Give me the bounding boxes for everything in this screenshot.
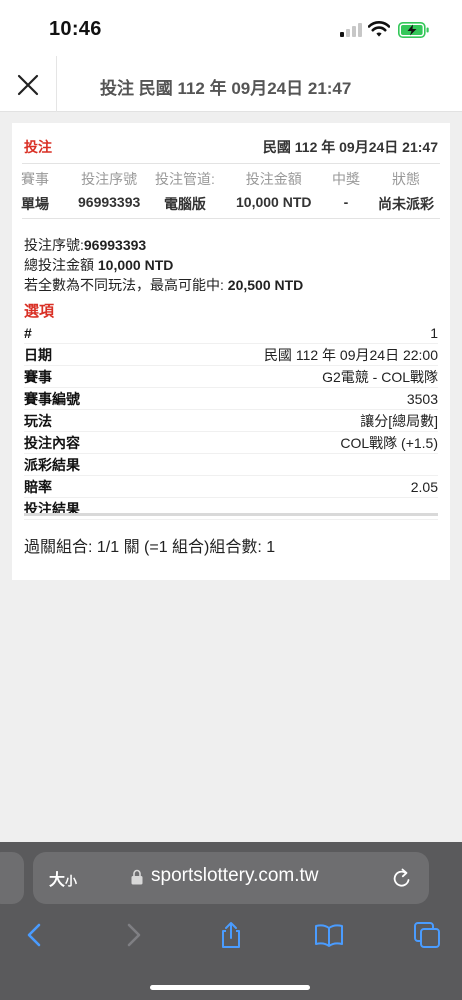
- table-row: 賠率 2.05: [24, 476, 438, 498]
- text-size-button[interactable]: 大小: [49, 866, 77, 890]
- options-title: 選項: [24, 303, 55, 320]
- summary-col-amount: 投注金額 10,000 NTD: [236, 169, 311, 210]
- serial-line: 投注序號:96993393: [24, 235, 444, 255]
- amount-line: 總投注金額 10,000 NTD: [24, 255, 444, 275]
- summary-col-value: 96993393: [78, 194, 141, 210]
- serial-label: 投注序號:: [24, 237, 84, 253]
- page-title: 投注 民國 112 年 09月24日 21:47: [100, 79, 352, 98]
- option-label: 派彩結果: [24, 457, 80, 473]
- amount-value: 10,000 NTD: [97, 257, 174, 273]
- summary-title: 投注: [24, 139, 52, 155]
- table-row: 賽事 G2電競 - COL戰隊: [24, 366, 438, 388]
- url-text: sportslottery.com.tw: [151, 865, 319, 886]
- summary-col-header: 投注序號: [81, 171, 138, 187]
- table-row: #1: [24, 322, 438, 344]
- max-payout-label: 若全數為不同玩法，最高可能中:: [24, 277, 228, 293]
- status-time: 10:46: [49, 18, 102, 40]
- address-bar[interactable]: 大小 sportslottery.com.tw: [33, 852, 429, 904]
- status-bar: 10:46: [0, 0, 462, 56]
- battery-charging-icon: [398, 22, 429, 38]
- option-value: 1: [430, 325, 438, 341]
- bet-info: 投注序號:96993393 總投注金額 10,000 NTD 若全數為不同玩法，…: [24, 235, 444, 295]
- max-payout-value: 20,500 NTD: [227, 277, 304, 293]
- summary-divider: [22, 163, 440, 164]
- text-size-big: 大: [49, 872, 66, 889]
- options-table: #1 日期 民國 112 年 09月24日 22:00 賽事 G2電競 - COL戰…: [24, 322, 438, 520]
- option-label: 賽事編號: [24, 391, 80, 407]
- summary-col-serial: 投注序號 96993393: [78, 169, 140, 210]
- option-label: 賽事: [24, 369, 52, 385]
- option-label: 投注內容: [24, 435, 80, 451]
- table-row: 賽事編號 3503: [24, 388, 438, 410]
- summary-datetime: 民國 112 年 09月24日 21:47: [262, 139, 438, 155]
- summary-col-value: 電腦版: [163, 196, 206, 212]
- option-value: 3503: [406, 391, 438, 407]
- reload-icon[interactable]: [391, 866, 413, 890]
- option-label: 玩法: [24, 413, 52, 429]
- max-payout-line: 若全數為不同玩法，最高可能中: 20,500 NTD: [24, 275, 444, 295]
- lock-icon: [131, 869, 143, 885]
- page-header: 投注 民國 112 年 09月24日 21:47: [0, 56, 462, 112]
- serial-value: 96993393: [83, 237, 147, 253]
- bookmarks-icon[interactable]: [314, 920, 344, 950]
- table-row: 派彩結果: [24, 454, 438, 476]
- table-row: 投注結果: [24, 498, 438, 520]
- summary-col-header: 投注金額: [245, 171, 302, 187]
- option-label: 投注結果: [24, 501, 80, 517]
- summary-col-win: 中獎 -: [332, 169, 360, 210]
- option-label: 賠率: [24, 479, 52, 495]
- tabs-icon[interactable]: [412, 920, 442, 950]
- option-value: 民國 112 年 09月24日 22:00: [263, 347, 438, 363]
- summary-col-value: 尚未派彩: [378, 196, 434, 212]
- option-label: #: [24, 325, 32, 341]
- option-label: 日期: [24, 347, 52, 363]
- summary-bottom-divider: [22, 218, 440, 219]
- summary-col-header: 中獎: [332, 171, 360, 187]
- forward-icon[interactable]: [118, 920, 148, 950]
- close-icon: [17, 74, 39, 96]
- summary-col-header: 賽事: [21, 171, 49, 187]
- summary-col-value: 單場: [21, 196, 49, 212]
- summary-col-header: 狀態: [392, 171, 420, 187]
- summary-col-status: 狀態 尚未派彩: [378, 169, 434, 214]
- wifi-icon: [368, 21, 390, 37]
- options-scroll-bar[interactable]: [24, 513, 438, 516]
- text-size-small: 小: [65, 874, 78, 888]
- cellular-signal-icon: [340, 23, 362, 37]
- browser-bottom-bar: 大小 sportslottery.com.tw: [0, 842, 462, 1000]
- table-row: 玩法 讓分[總局數]: [24, 410, 438, 432]
- bet-detail-card: 投注 民國 112 年 09月24日 21:47 賽事 單場 投注序號 9699…: [12, 123, 450, 580]
- bet-summary: 投注 民國 112 年 09月24日 21:47 賽事 單場 投注序號 9699…: [21, 123, 440, 219]
- previous-tab-preview[interactable]: [0, 852, 24, 904]
- option-value: 2.05: [410, 479, 438, 495]
- table-row: 日期 民國 112 年 09月24日 22:00: [24, 344, 438, 366]
- amount-label: 總投注金額: [24, 257, 98, 273]
- back-icon[interactable]: [20, 920, 50, 950]
- header-divider: [56, 56, 57, 112]
- summary-col-value: -: [343, 194, 349, 210]
- table-row: 投注內容 COL戰隊 (+1.5): [24, 432, 438, 454]
- option-value: 讓分[總局數]: [360, 413, 438, 429]
- summary-col-value: 10,000 NTD: [236, 194, 312, 210]
- share-icon[interactable]: [216, 920, 246, 950]
- home-indicator: [150, 985, 310, 990]
- summary-col-channel: 投注管道: 電腦版: [155, 169, 215, 214]
- option-value: COL戰隊 (+1.5): [340, 435, 438, 451]
- summary-col-header: 投注管道:: [155, 171, 215, 187]
- close-button[interactable]: [8, 64, 48, 104]
- summary-col-event: 賽事 單場: [21, 169, 49, 214]
- option-value: G2電競 - COL戰隊: [322, 369, 438, 385]
- parlay-summary: 過關組合: 1/1 關 (=1 組合)組合數: 1: [24, 539, 276, 556]
